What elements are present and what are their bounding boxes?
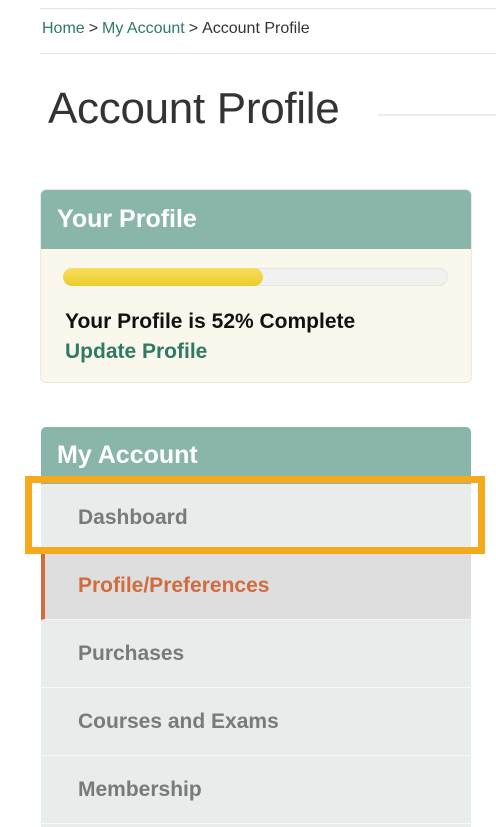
- my-account-title: My Account: [41, 427, 471, 484]
- breadcrumb-home-link[interactable]: Home: [42, 20, 85, 37]
- breadcrumb-separator: >: [188, 20, 199, 37]
- menu-item-courses-and-exams[interactable]: Courses and Exams: [41, 688, 471, 756]
- breadcrumb-my-account-link[interactable]: My Account: [102, 20, 185, 37]
- update-profile-link[interactable]: Update Profile: [65, 340, 207, 364]
- page-title: Account Profile: [48, 84, 340, 133]
- top-divider: [40, 8, 496, 9]
- menu-item-purchases[interactable]: Purchases: [41, 620, 471, 688]
- menu-item-profile-preferences[interactable]: Profile/Preferences: [41, 552, 471, 620]
- menu-item-membership[interactable]: Membership: [41, 756, 471, 824]
- profile-card-title: Your Profile: [41, 190, 471, 249]
- my-account-menu: My Account Dashboard Profile/Preferences…: [41, 427, 471, 827]
- breadcrumb-divider: [40, 53, 496, 54]
- breadcrumb-current: Account Profile: [202, 20, 310, 37]
- title-divider: [378, 114, 496, 116]
- profile-card: Your Profile Your Profile is 52% Complet…: [41, 190, 471, 382]
- profile-progress-fill: [63, 268, 264, 286]
- profile-progress-bar: [63, 268, 448, 286]
- menu-item-dashboard[interactable]: Dashboard: [41, 484, 471, 552]
- breadcrumb-separator: >: [88, 20, 99, 37]
- breadcrumb: Home > My Account > Account Profile: [42, 20, 310, 38]
- profile-completion-text: Your Profile is 52% Complete: [65, 310, 356, 333]
